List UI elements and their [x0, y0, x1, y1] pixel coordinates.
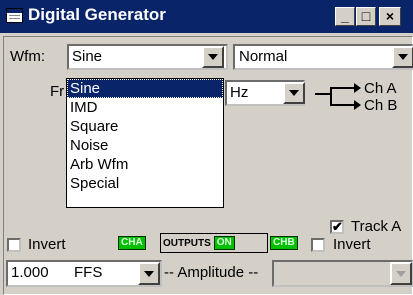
channel-b-label: Ch B [364, 97, 398, 114]
cha-output-indicator[interactable]: CHA [118, 236, 146, 250]
close-icon: × [385, 8, 395, 24]
frequency-label: Fr [50, 83, 65, 100]
channel-a-label: Ch A [364, 80, 397, 97]
waveform-option[interactable]: Special [67, 174, 223, 193]
chevron-down-icon [398, 54, 408, 60]
maximize-icon: □ [361, 8, 371, 24]
track-a-checkbox[interactable]: ✔ [330, 220, 344, 234]
amplitude-value: 1.000 [11, 264, 49, 281]
waveform-option[interactable]: IMD [67, 98, 223, 117]
waveform-mode-value: Normal [239, 48, 288, 65]
arrow-right-icon [354, 100, 361, 110]
waveform-mode-dropdown-button[interactable] [392, 46, 413, 68]
waveform-dropdown-button[interactable] [202, 46, 224, 68]
waveform-dropdown-list: Sine IMD Square Noise Arb Wfm Special [66, 78, 224, 208]
invert-b-checkbox[interactable] [311, 238, 325, 252]
waveform-option[interactable]: Arb Wfm [67, 155, 223, 174]
window-title: Digital Generator [28, 5, 166, 24]
chevron-down-icon [396, 270, 406, 277]
outputs-on-indicator: ON [213, 236, 235, 250]
chevron-down-icon [289, 90, 299, 96]
arrow-right-icon [354, 83, 361, 93]
invert-a-label: Invert [28, 236, 66, 253]
outputs-label: OUTPUTS [163, 237, 211, 249]
waveform-select-value: Sine [72, 48, 103, 65]
frequency-unit-dropdown-button[interactable] [283, 82, 305, 104]
outputs-button[interactable]: OUTPUTS ON [160, 233, 268, 253]
track-a-label: Track A [351, 218, 402, 235]
waveform-label: Wfm: [10, 48, 45, 65]
maximize-button[interactable]: □ [356, 7, 376, 26]
chevron-down-icon [144, 270, 154, 277]
amplitude-unit-dropdown-button[interactable] [138, 262, 160, 285]
minimize-button[interactable]: _ [335, 7, 355, 26]
invert-a-checkbox[interactable] [7, 238, 21, 252]
checkmark-icon: ✔ [332, 219, 343, 234]
amplitude-channel-dropdown-button[interactable] [390, 262, 412, 285]
chb-output-indicator[interactable]: CHB [270, 236, 298, 250]
amplitude-label: -- Amplitude -- [164, 264, 259, 281]
frequency-unit-value: Hz [230, 84, 249, 101]
app-window-icon[interactable] [6, 8, 23, 23]
minimize-icon: _ [341, 8, 349, 24]
waveform-option[interactable]: Sine [67, 79, 223, 98]
invert-b-label: Invert [333, 236, 371, 253]
amplitude-unit: FFS [74, 264, 103, 281]
waveform-mode-select[interactable]: Normal [233, 44, 413, 70]
routing-line [330, 87, 332, 105]
waveform-option[interactable]: Noise [67, 136, 223, 155]
routing-line [315, 93, 331, 95]
close-button[interactable]: × [379, 7, 401, 26]
waveform-option[interactable]: Square [67, 117, 223, 136]
chevron-down-icon [208, 54, 218, 60]
